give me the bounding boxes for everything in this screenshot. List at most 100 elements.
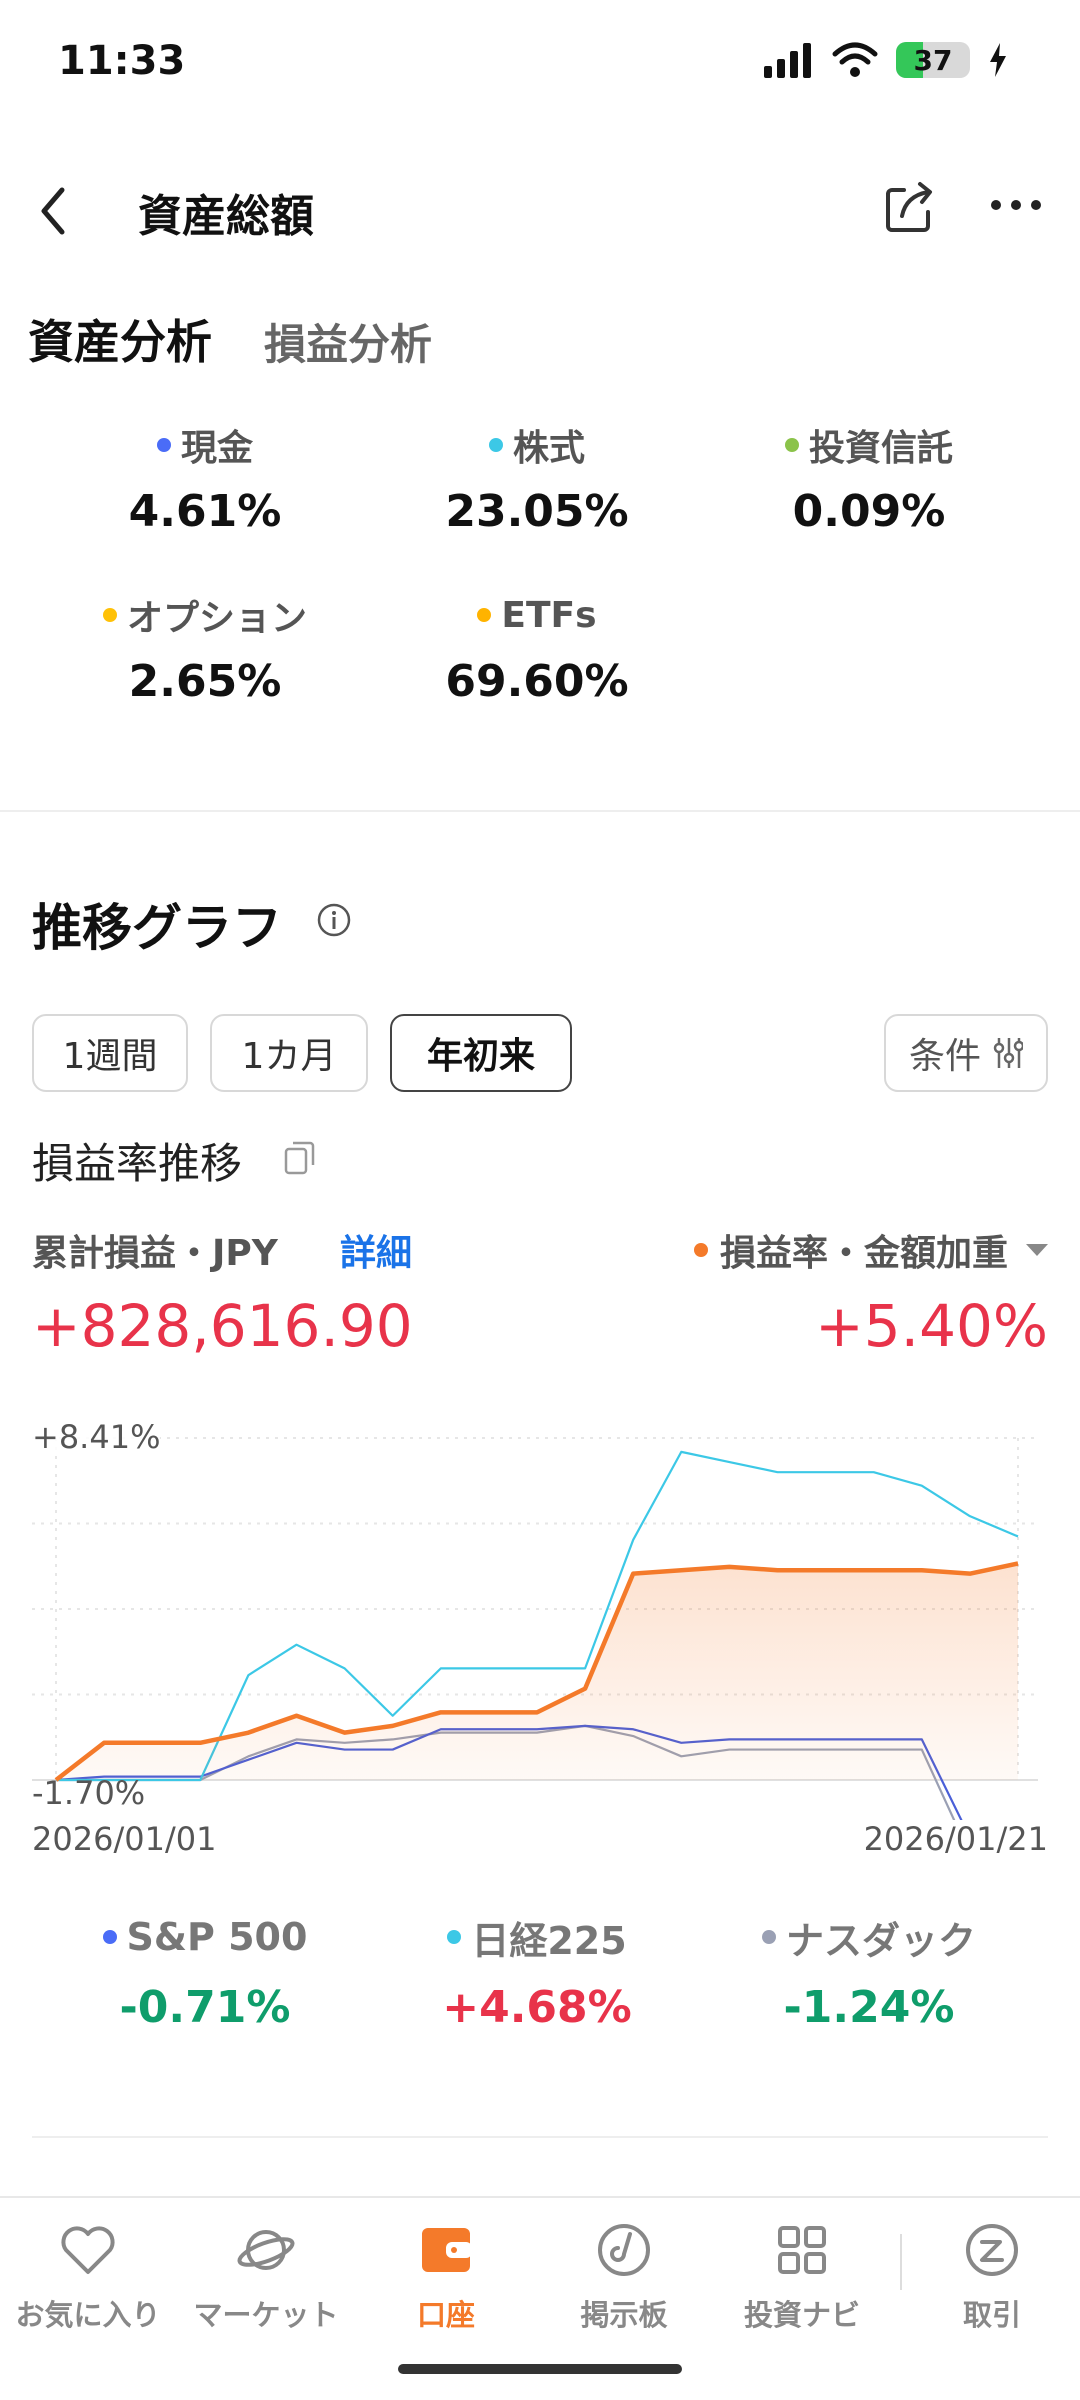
tabbar-label: 取引	[962, 2298, 1021, 2332]
allocation-value: 69.60%	[445, 656, 629, 707]
status-bar: 11:33 37	[0, 0, 1080, 130]
period-ytd-button[interactable]: 年初来	[390, 1014, 572, 1092]
more-icon[interactable]	[986, 190, 1046, 220]
tabbar-item-favorites[interactable]: お気に入り	[8, 2220, 168, 2334]
battery-level: 37	[913, 43, 953, 77]
trend-chart-svg	[32, 1437, 1038, 1820]
y-max-label: +8.41%	[32, 1418, 161, 1456]
section-divider	[32, 2136, 1048, 2138]
period-1month-button[interactable]: 1カ月	[210, 1014, 368, 1092]
section-divider	[0, 810, 1080, 812]
dot-icon	[488, 438, 503, 452]
dot-icon	[477, 608, 492, 622]
share-icon[interactable]	[882, 176, 938, 236]
y-min-label: -1.70%	[32, 1774, 146, 1812]
allocation-value: 4.61%	[128, 486, 282, 537]
copy-icon[interactable]	[280, 1137, 320, 1177]
tabbar-label: 口座	[416, 2298, 475, 2332]
page-title: 資産総額	[138, 191, 314, 242]
section-title: 推移グラフ	[32, 899, 282, 957]
planet-icon	[237, 2230, 295, 2270]
tab-pl-analysis[interactable]: 損益分析	[264, 311, 432, 380]
benchmark-label: ナスダック	[785, 1918, 976, 1963]
wifi-icon	[832, 42, 878, 77]
benchmark-value: +4.68%	[442, 1982, 632, 2033]
allocation-value: 0.09%	[792, 486, 946, 537]
tabbar-label: お気に入り	[15, 2298, 161, 2332]
tabbar-item-board[interactable]: 掲示板	[544, 2220, 704, 2334]
tabbar-label: 掲示板	[580, 2298, 668, 2332]
tab-label: 損益分析	[264, 320, 433, 369]
allocation-item-cash: 現金 4.61%	[40, 420, 370, 537]
nav-bar: 資産総額	[0, 160, 1080, 260]
allocation-item-stocks: 株式 23.05%	[372, 420, 702, 537]
allocation-label: 投資信託	[808, 428, 953, 469]
dot-icon	[761, 1930, 776, 1944]
dot-icon	[156, 438, 171, 452]
benchmark-value: -0.71%	[119, 1982, 291, 2033]
allocation-item-etfs: ETFs 69.60%	[372, 590, 702, 708]
filter-sliders-icon	[993, 1038, 1023, 1068]
wallet-icon	[422, 2228, 472, 2272]
trend-chart[interactable]: +8.41% -1.70% 2026/01/01 2026/01/21	[0, 1400, 1080, 1860]
tabbar-item-navi[interactable]: 投資ナビ	[722, 2220, 882, 2334]
tabbar-separator	[900, 2234, 902, 2290]
allocation-label: オプション	[126, 598, 307, 639]
period-label: 1週間	[62, 1036, 158, 1077]
home-indicator	[398, 2364, 682, 2374]
x-start-label: 2026/01/01	[32, 1820, 217, 1858]
allocation-label: 現金	[180, 428, 253, 469]
cumulative-pl-value: +828,616.90	[32, 1292, 413, 1360]
tabbar-item-market[interactable]: マーケット	[186, 2220, 346, 2334]
tab-asset-analysis[interactable]: 資産分析	[24, 306, 212, 380]
period-label: 1カ月	[241, 1036, 337, 1077]
status-icons: 37	[762, 42, 1008, 78]
trade-icon	[966, 2224, 1018, 2276]
dot-icon	[102, 1930, 117, 1944]
rate-type-label: 損益率・金額加重	[719, 1233, 1008, 1274]
analysis-tabs: 資産分析 損益分析	[24, 300, 432, 380]
tabbar-item-trade[interactable]: 取引	[912, 2220, 1072, 2334]
dot-icon	[102, 608, 117, 622]
dot-icon	[784, 438, 799, 452]
status-time: 11:33	[58, 38, 186, 84]
bottom-tab-bar: お気に入り マーケット 口座 掲示板 投資ナビ 取引	[0, 2196, 1080, 2400]
benchmark-label: S&P 500	[126, 1915, 308, 1959]
board-icon	[598, 2224, 650, 2276]
allocation-value: 23.05%	[445, 486, 629, 537]
benchmark-nikkei225: 日経225 +4.68%	[372, 1912, 702, 2034]
benchmark-nasdaq: ナスダック -1.24%	[704, 1912, 1034, 2033]
heart-icon	[61, 2226, 115, 2274]
allocation-label: 株式	[512, 428, 585, 469]
pl-rate-value: +5.40%	[815, 1292, 1048, 1360]
battery-indicator: 37	[896, 42, 970, 78]
benchmark-sp500: S&P 500 -0.71%	[40, 1912, 370, 2033]
dot-icon	[447, 1930, 462, 1944]
condition-button[interactable]: 条件	[884, 1014, 1048, 1092]
x-end-label: 2026/01/21	[863, 1820, 1048, 1858]
period-label: 年初来	[426, 1036, 535, 1077]
tabbar-label: マーケット	[193, 2298, 339, 2332]
series-area-pl-rate	[56, 1563, 1018, 1780]
charging-icon	[990, 43, 1006, 77]
metric-row: 累計損益・JPY 詳細 損益率・金額加重	[32, 1224, 1048, 1274]
back-icon[interactable]	[28, 176, 78, 246]
signal-icon	[764, 43, 811, 78]
cumulative-pl-label: 累計損益・JPY	[32, 1233, 278, 1274]
rate-type-dropdown[interactable]: 損益率・金額加重	[693, 1224, 1048, 1276]
benchmark-value: -1.24%	[783, 1982, 955, 2033]
caret-down-icon	[1026, 1244, 1048, 1256]
tabbar-label: 投資ナビ	[743, 2298, 860, 2332]
allocation-item-options: オプション 2.65%	[40, 590, 370, 707]
period-1week-button[interactable]: 1週間	[32, 1014, 188, 1092]
tabbar-item-account[interactable]: 口座	[366, 2220, 526, 2334]
benchmark-label: 日経225	[471, 1918, 627, 1963]
info-icon[interactable]	[316, 902, 352, 938]
tab-label: 資産分析	[28, 315, 212, 369]
condition-label: 条件	[908, 1036, 981, 1077]
allocation-value: 2.65%	[128, 656, 282, 707]
dot-icon	[693, 1243, 708, 1257]
grid-icon	[778, 2226, 826, 2274]
chart-subtitle: 損益率推移	[32, 1139, 243, 1188]
detail-link[interactable]: 詳細	[340, 1224, 412, 1276]
